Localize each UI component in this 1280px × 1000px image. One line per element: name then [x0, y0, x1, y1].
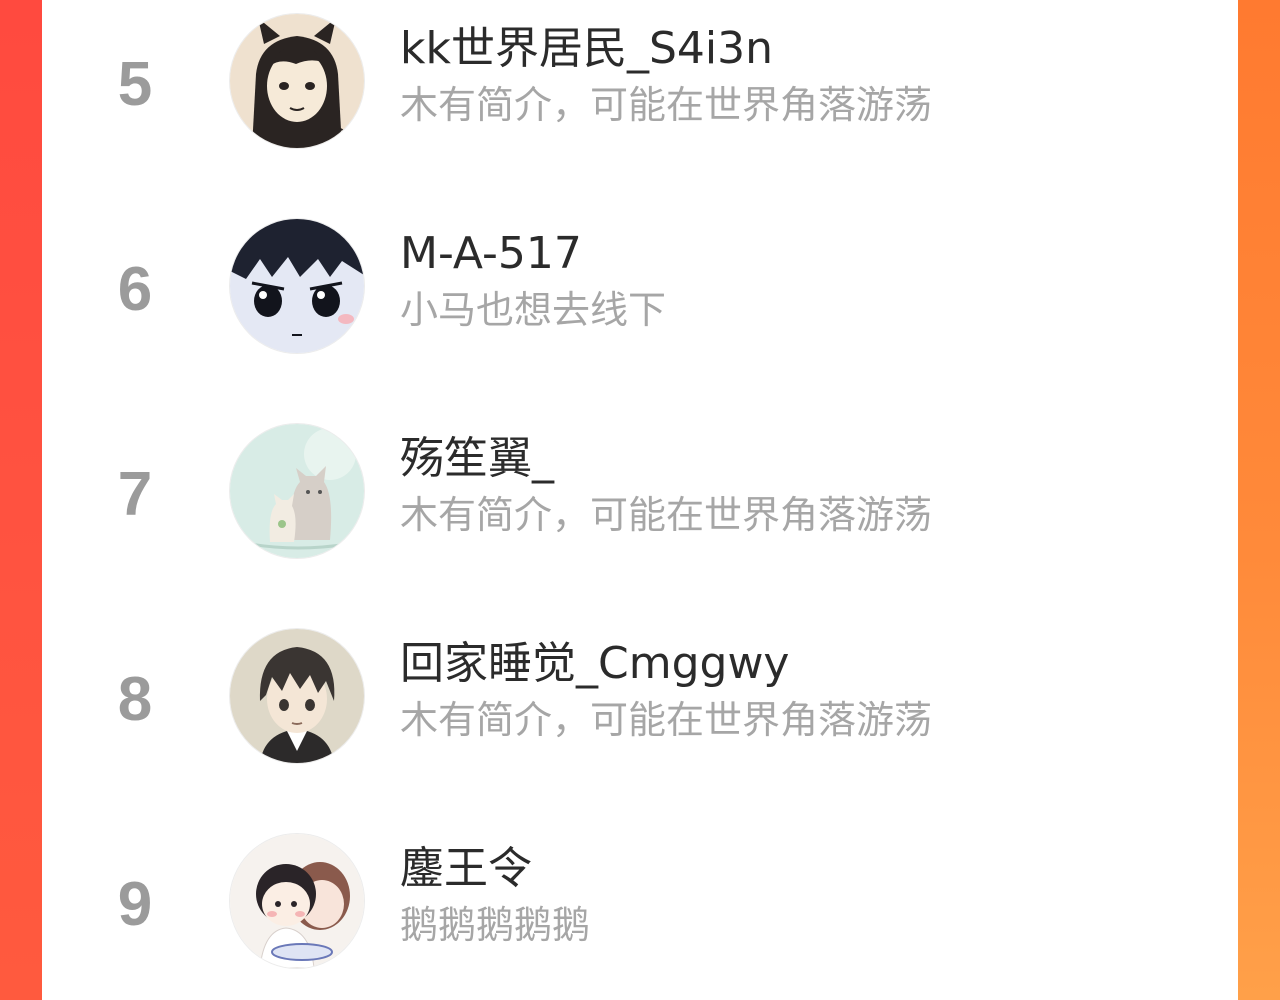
user-bio: 鹅鹅鹅鹅鹅: [400, 903, 591, 947]
ranking-row[interactable]: 6 M-A-517 小马也想去线下: [42, 205, 1238, 365]
rank-number: 9: [117, 870, 153, 939]
rank-number: 5: [117, 50, 153, 119]
ranking-panel: 5 kk世界居民_S4i3n 木有简介，可能在世界角落游荡 6 M-A-517 …: [42, 0, 1238, 1000]
user-bio: 小马也想去线下: [400, 288, 667, 332]
user-name[interactable]: M-A-517: [400, 227, 582, 281]
anime-boy-closeup-avatar-icon[interactable]: [230, 219, 364, 353]
user-bio: 木有简介，可能在世界角落游荡: [400, 83, 933, 127]
ranking-row[interactable]: 5 kk世界居民_S4i3n 木有简介，可能在世界角落游荡: [42, 0, 1238, 160]
sketch-girl-avatar-icon[interactable]: [230, 14, 364, 148]
ranking-row[interactable]: 9 鏖王令 鹅鹅鹅鹅鹅: [42, 820, 1238, 980]
chibi-couple-avatar-icon[interactable]: [230, 834, 364, 968]
rank-number: 8: [117, 665, 153, 734]
user-name[interactable]: 回家睡觉_Cmggwy: [400, 637, 789, 691]
user-bio: 木有简介，可能在世界角落游荡: [400, 698, 933, 742]
cats-avatar-icon[interactable]: [230, 424, 364, 558]
left-frame-border: [0, 0, 42, 1000]
ranking-row[interactable]: 7 殇笙翼_ 木有简介，可能在世界角落游荡: [42, 410, 1238, 570]
anime-boy-avatar-icon[interactable]: [230, 629, 364, 763]
ranking-row[interactable]: 8 回家睡觉_Cmggwy 木有简介，可能在世界角落游荡: [42, 615, 1238, 775]
ranking-list: 5 kk世界居民_S4i3n 木有简介，可能在世界角落游荡 6 M-A-517 …: [42, 0, 1238, 1000]
rank-number: 6: [117, 255, 153, 324]
user-bio: 木有简介，可能在世界角落游荡: [400, 493, 933, 537]
user-name[interactable]: 殇笙翼_: [400, 432, 554, 486]
user-name[interactable]: 鏖王令: [400, 842, 532, 896]
rank-number: 7: [117, 460, 153, 529]
user-name[interactable]: kk世界居民_S4i3n: [400, 22, 773, 76]
right-frame-border: [1238, 0, 1280, 1000]
